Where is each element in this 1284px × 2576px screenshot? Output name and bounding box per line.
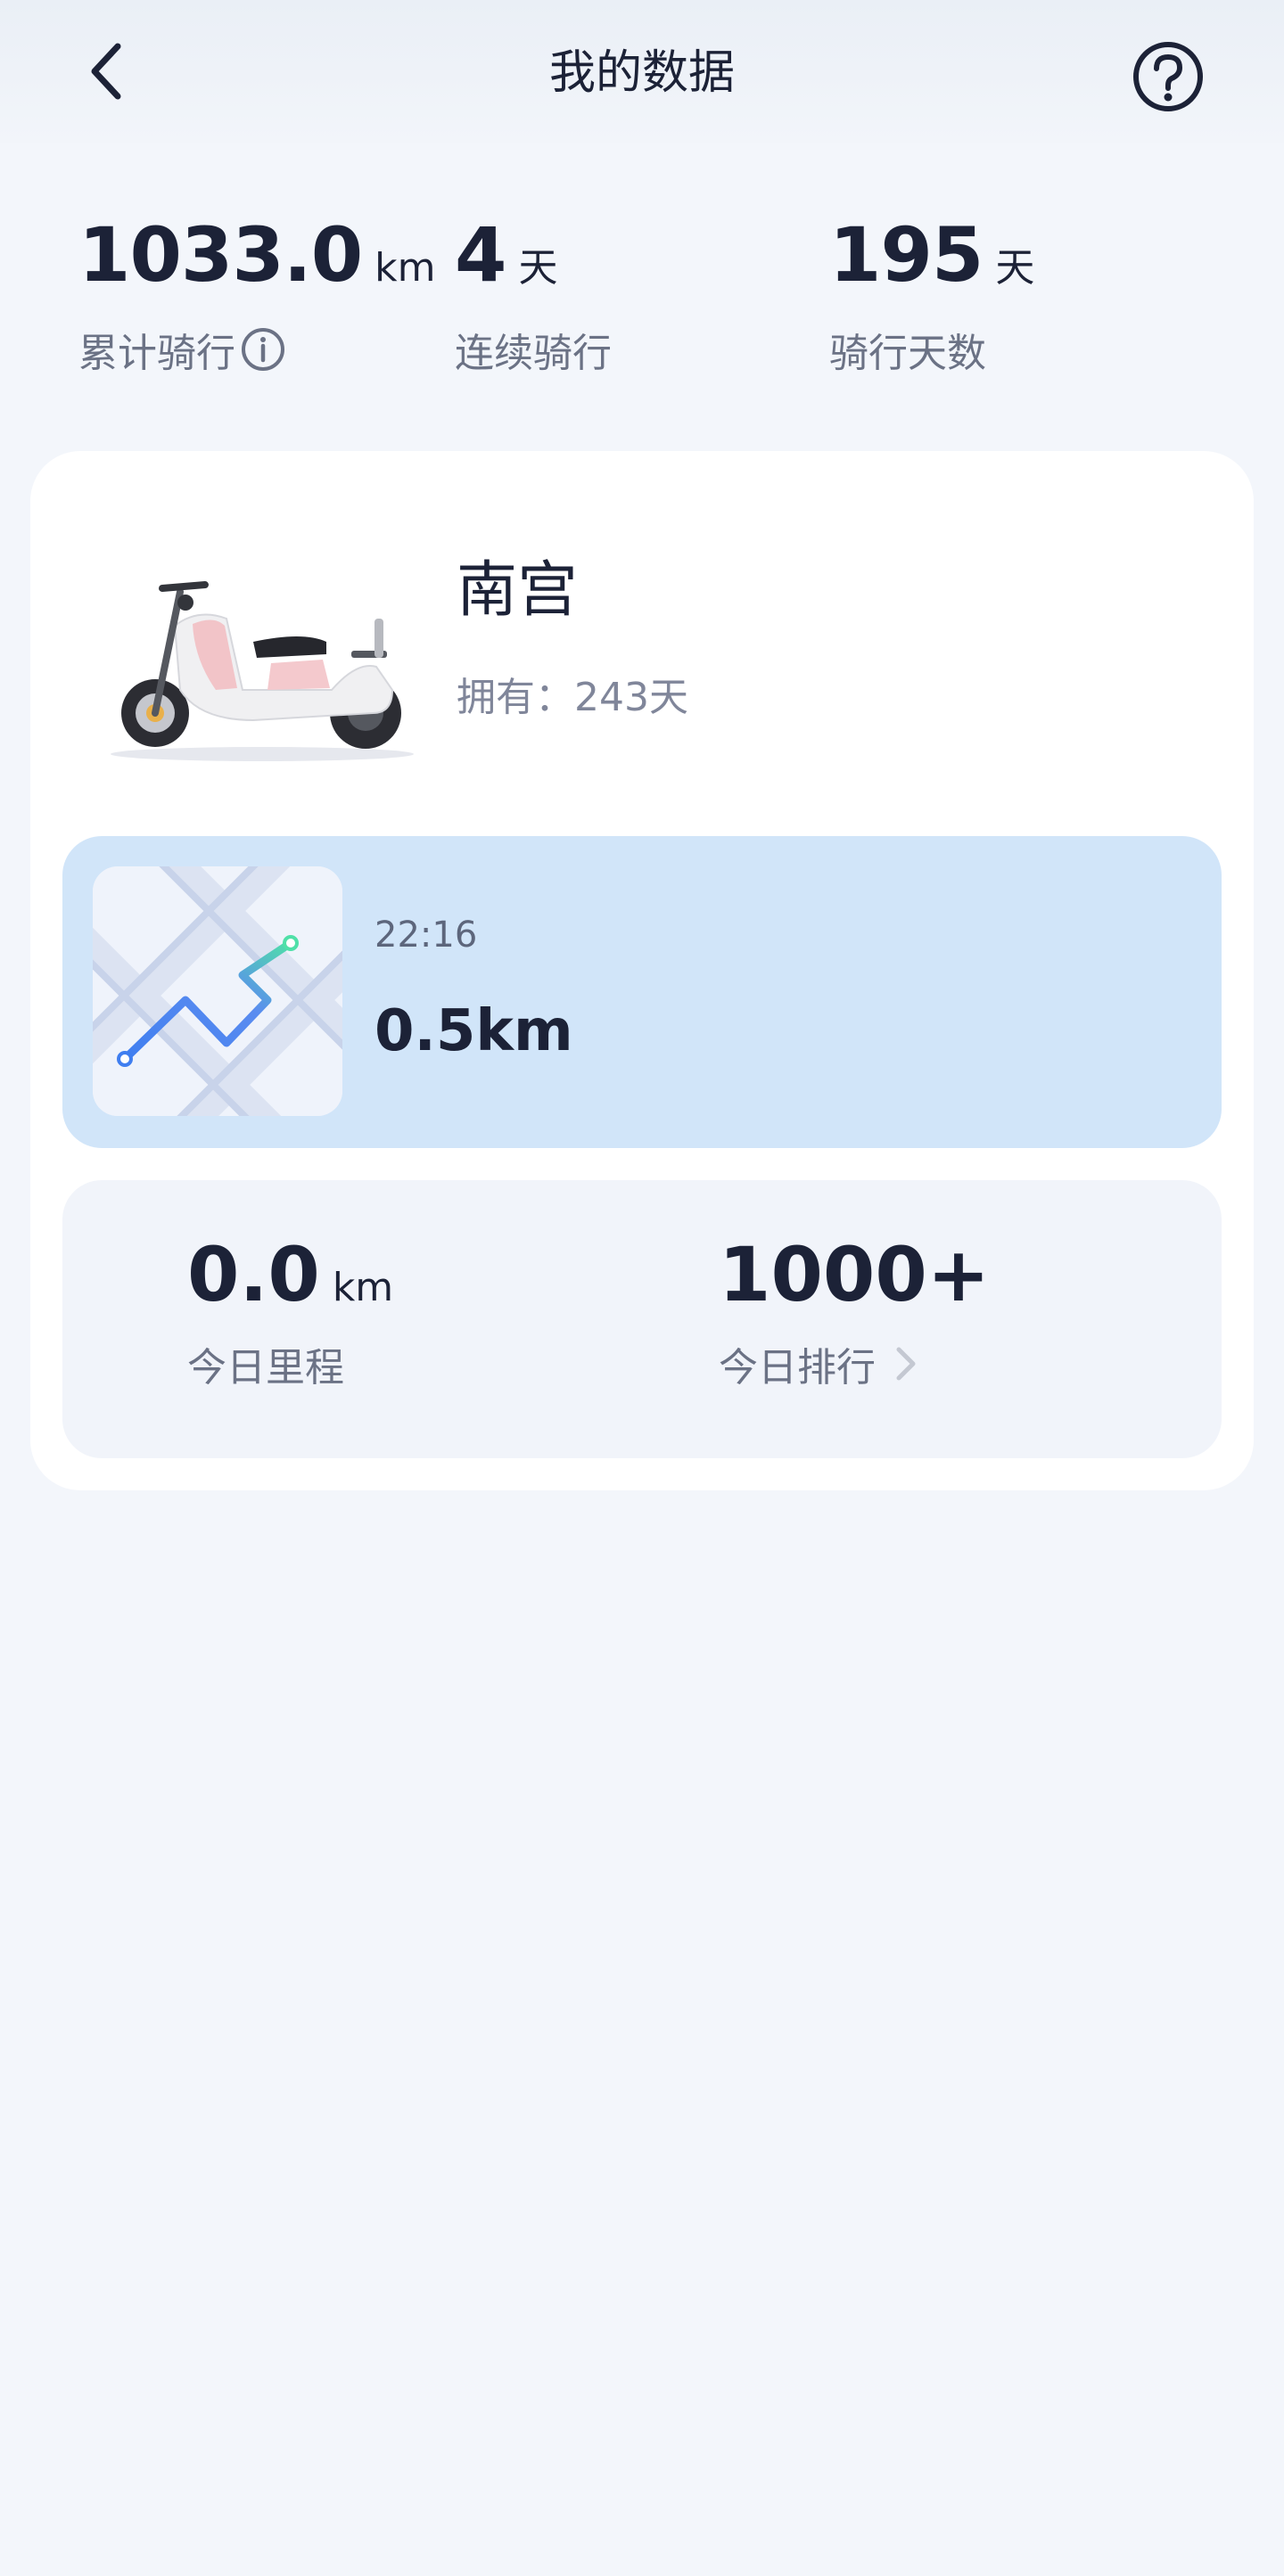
total-distance-value: 1033.0 <box>78 211 363 299</box>
chevron-right-icon <box>892 1342 918 1385</box>
streak-stat: 4天 连续骑行 <box>455 210 612 378</box>
total-distance-stat: 1033.0 km 累计骑行 <box>78 210 436 378</box>
today-rank-link[interactable]: 1000+ 今日排行 <box>719 1230 990 1392</box>
latest-trip-card[interactable]: 22:16 0.5km <box>62 836 1222 1148</box>
vehicle-name: 南宫 <box>457 555 579 626</box>
riding-days-value: 195 <box>829 211 984 299</box>
help-button[interactable] <box>1131 39 1206 114</box>
riding-days-stat: 195 天 骑行天数 <box>829 210 1034 378</box>
streak-unit: 天 <box>518 245 558 291</box>
streak-label: 连续骑行 <box>455 331 612 376</box>
today-mileage-unit: km <box>332 1265 394 1310</box>
trip-distance: 0.5km <box>374 998 573 1064</box>
ownership-duration: 拥有：243天 <box>457 675 688 720</box>
today-rank-label: 今日排行 <box>719 1345 876 1391</box>
vehicle-card: 南宫 拥有：243天 22:16 0.5km 0.0 km 今日里程 1000+… <box>30 451 1254 1490</box>
today-summary-card: 0.0 km 今日里程 1000+ 今日排行 <box>62 1180 1222 1458</box>
question-circle-icon <box>1133 42 1203 111</box>
today-mileage-stat: 0.0 km 今日里程 <box>187 1230 393 1392</box>
riding-days-unit: 天 <box>995 245 1035 291</box>
scooter-image <box>93 556 432 770</box>
today-mileage-label: 今日里程 <box>187 1345 344 1391</box>
riding-days-label: 骑行天数 <box>829 331 986 376</box>
total-distance-label: 累计骑行 <box>78 331 235 376</box>
total-distance-unit: km <box>374 245 436 291</box>
trip-map-thumbnail <box>93 866 342 1116</box>
info-circle-icon[interactable] <box>239 325 287 373</box>
today-rank-value: 1000+ <box>719 1231 991 1318</box>
trip-time: 22:16 <box>374 915 478 956</box>
page-title: 我的数据 <box>548 46 735 100</box>
today-mileage-value: 0.0 <box>187 1231 320 1318</box>
top-bar: 我的数据 <box>0 0 1284 143</box>
streak-value: 4 <box>455 211 506 299</box>
